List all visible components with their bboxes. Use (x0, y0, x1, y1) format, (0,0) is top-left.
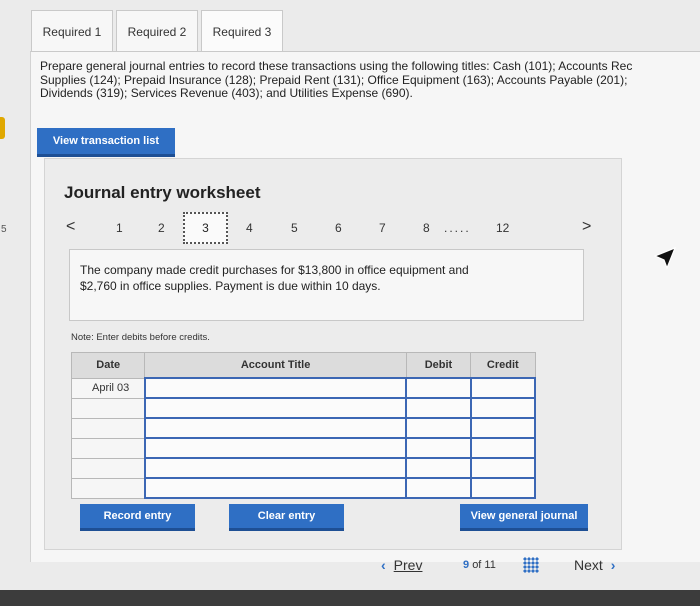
table-row (70, 397, 537, 419)
debit-input[interactable] (405, 377, 472, 399)
pager-page-8[interactable]: 8 (423, 221, 430, 235)
page-total: of 11 (472, 559, 496, 571)
date-header: Date (70, 352, 146, 379)
date-cell[interactable]: April 03 (70, 377, 146, 399)
debit-header: Debit (405, 352, 472, 379)
credit-input[interactable] (469, 477, 537, 499)
instructions: Prepare general journal entries to recor… (40, 60, 700, 101)
instructions-line-3: Dividends (319); Services Revenue (403);… (40, 86, 413, 100)
pager-page-2[interactable]: 2 (158, 221, 165, 235)
table-row: April 03 (70, 377, 537, 399)
prev-button[interactable]: ‹ Prev (381, 557, 422, 573)
credit-input[interactable] (469, 397, 537, 419)
table-row (70, 437, 537, 459)
date-cell[interactable] (70, 457, 146, 479)
screen-bottom-bezel (0, 590, 700, 606)
account-title-input[interactable] (143, 437, 408, 459)
pager-page-5[interactable]: 5 (291, 221, 298, 235)
debit-credit-note: Note: Enter debits before credits. (71, 332, 210, 343)
debit-input[interactable] (405, 417, 472, 439)
debit-input[interactable] (405, 457, 472, 479)
instructions-line-1: Prepare general journal entries to recor… (40, 60, 633, 73)
date-cell[interactable] (70, 397, 146, 419)
pager-page-7[interactable]: 7 (379, 221, 386, 235)
description-line-2: $2,760 in office supplies. Payment is du… (80, 279, 381, 293)
journal-entry-table: Date Account Title Debit Credit April 03 (70, 352, 537, 499)
debit-input[interactable] (405, 437, 472, 459)
prev-label: Prev (393, 557, 423, 573)
credit-input[interactable] (469, 417, 537, 439)
table-row (70, 477, 537, 499)
date-cell[interactable] (70, 477, 146, 499)
instructions-line-2: Supplies (124); Prepaid Insurance (128);… (40, 72, 628, 87)
account-title-input[interactable] (143, 477, 408, 499)
view-general-journal-button[interactable]: View general journal (460, 504, 588, 531)
debit-input[interactable] (405, 477, 472, 499)
chevron-left-icon: ‹ (381, 557, 386, 573)
date-cell[interactable] (70, 437, 146, 459)
next-label: Next (574, 557, 603, 573)
credit-input[interactable] (469, 437, 537, 459)
page-current: 9 (463, 559, 470, 571)
pager-page-12[interactable]: 12 (496, 221, 509, 235)
credit-header: Credit (470, 352, 536, 379)
table-row (70, 417, 537, 439)
description-line-1: The company made credit purchases for $1… (80, 263, 469, 277)
pager-prev-icon[interactable]: < (66, 218, 75, 236)
pager-page-4[interactable]: 4 (246, 221, 253, 235)
tab-required-2[interactable]: Required 2 (116, 10, 198, 52)
record-entry-button[interactable]: Record entry (80, 504, 195, 531)
date-cell[interactable] (70, 417, 146, 439)
account-title-input[interactable] (143, 417, 408, 439)
debit-input[interactable] (405, 397, 472, 419)
account-title-input[interactable] (143, 457, 408, 479)
account-title-header: Account Title (144, 352, 407, 379)
left-edge-digit: 5 (1, 224, 7, 235)
pager-page-1[interactable]: 1 (116, 221, 123, 235)
next-button[interactable]: Next › (574, 557, 615, 573)
tab-required-3[interactable]: Required 3 (201, 10, 283, 52)
account-title-input[interactable] (143, 377, 408, 399)
pager-next-icon[interactable]: > (582, 218, 591, 236)
credit-input[interactable] (469, 377, 537, 399)
left-edge-marker (0, 117, 5, 139)
pager-page-3-selected[interactable]: 3 (183, 212, 228, 244)
clear-entry-button[interactable]: Clear entry (229, 504, 344, 531)
tab-required-1[interactable]: Required 1 (31, 10, 113, 52)
table-header-row: Date Account Title Debit Credit (70, 352, 536, 379)
view-transaction-list-button[interactable]: View transaction list (37, 128, 175, 157)
table-row (70, 457, 537, 479)
worksheet-title: Journal entry worksheet (64, 183, 261, 202)
account-title-input[interactable] (143, 397, 408, 419)
transaction-description: The company made credit purchases for $1… (69, 249, 584, 321)
pager-ellipsis: ..... (444, 221, 471, 235)
page-indicator: 9 of 11 (463, 559, 496, 571)
grid-icon[interactable] (523, 557, 539, 573)
pager-page-6[interactable]: 6 (335, 221, 342, 235)
credit-input[interactable] (469, 457, 537, 479)
chevron-right-icon: › (610, 557, 616, 573)
mouse-cursor-icon (653, 246, 677, 270)
